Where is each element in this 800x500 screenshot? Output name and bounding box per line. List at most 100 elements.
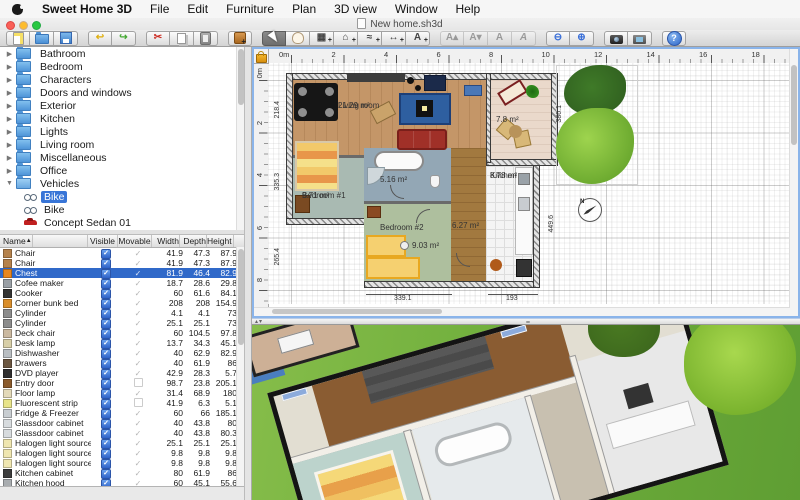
wall[interactable] [286, 73, 293, 225]
wall[interactable] [533, 163, 540, 288]
tree-category-office[interactable]: ▶Office [0, 164, 244, 177]
table-row-cofee-maker[interactable]: Cofee maker✓✓18.728.629.8 [0, 278, 244, 288]
undo-button[interactable]: ↩ [88, 31, 112, 46]
movable-check[interactable]: ✓ [135, 259, 142, 268]
table-row-cylinder[interactable]: Cylinder✓✓4.14.173 [0, 308, 244, 318]
movable-check[interactable]: ✓ [135, 439, 142, 448]
create-video-button[interactable] [628, 31, 652, 46]
movable-check[interactable]: ✓ [135, 349, 142, 358]
movable-check[interactable]: ✓ [135, 419, 142, 428]
movable-check[interactable]: ✓ [135, 319, 142, 328]
tree-category-miscellaneous[interactable]: ▶Miscellaneous [0, 151, 244, 164]
panel-splitter-vertical[interactable] [244, 47, 252, 500]
splitter-collapse-arrows[interactable]: ▴▾ [255, 318, 263, 325]
furniture-table-header[interactable]: Name ▲VisibleMovableWidthDepthHeight [0, 235, 244, 248]
decrease-text-size-button[interactable]: A▾ [464, 31, 488, 46]
plant[interactable] [526, 85, 539, 98]
furniture-catalog-tree[interactable]: ▶Bathroom▶Bedroom▶Characters▶Doors and w… [0, 47, 244, 231]
view-3d[interactable] [252, 325, 800, 500]
column-header-width[interactable]: Width [152, 235, 180, 247]
disclosure-triangle-icon[interactable]: ▶ [5, 76, 14, 84]
movable-check[interactable]: ✓ [135, 459, 142, 468]
movable-check[interactable]: ✓ [135, 339, 142, 348]
movable-checkbox-empty[interactable] [134, 398, 143, 407]
plan-vertical-scrollbar[interactable] [789, 49, 798, 316]
disclosure-triangle-icon[interactable]: ▶ [5, 167, 14, 175]
table-row-halogen-light-source[interactable]: Halogen light source✓✓9.89.89.8 [0, 448, 244, 458]
zoom-out-button[interactable]: ⊖ [546, 31, 570, 46]
menu-item-edit[interactable]: Edit [178, 2, 217, 16]
disclosure-triangle-icon[interactable]: ▶ [5, 115, 14, 123]
table-row-fluorescent-strip[interactable]: Fluorescent strip✓41.96.35.1 [0, 398, 244, 408]
tree-category-kitchen[interactable]: ▶Kitchen [0, 112, 244, 125]
round-table[interactable] [509, 125, 522, 138]
apple-icon[interactable] [12, 4, 23, 15]
movable-checkbox-empty[interactable] [134, 378, 143, 387]
compass[interactable]: N [578, 198, 602, 222]
movable-check[interactable]: ✓ [135, 409, 142, 418]
disclosure-triangle-icon[interactable]: ▶ [5, 141, 14, 149]
disclosure-triangle-icon[interactable]: ▼ [5, 180, 14, 187]
tree-category-lights[interactable]: ▶Lights [0, 125, 244, 138]
menu-item-help[interactable]: Help [447, 2, 490, 16]
cut-button[interactable]: ✂ [146, 31, 170, 46]
tree-category-characters[interactable]: ▶Characters [0, 73, 244, 86]
disclosure-triangle-icon[interactable]: ▶ [5, 128, 14, 136]
table-row-halogen-light-source[interactable]: Halogen light source✓✓9.89.89.8 [0, 458, 244, 468]
wall[interactable] [286, 73, 558, 80]
menu-item-furniture[interactable]: Furniture [217, 2, 283, 16]
plan-view[interactable]: 0m24681012141618 0m2468 [252, 47, 800, 318]
table-row-entry-door[interactable]: Entry door✓98.723.8205.1 [0, 378, 244, 388]
chair[interactable] [298, 87, 307, 96]
add-furniture-button[interactable] [228, 31, 252, 46]
menu-item-file[interactable]: File [141, 2, 178, 16]
desk[interactable] [464, 85, 482, 96]
help-button[interactable]: ? [662, 31, 686, 46]
disclosure-triangle-icon[interactable]: ▶ [5, 154, 14, 162]
column-header-height[interactable]: Height [207, 235, 234, 247]
cooktop[interactable] [518, 197, 530, 211]
chair[interactable] [325, 108, 334, 117]
create-photo-button[interactable] [604, 31, 628, 46]
movable-check[interactable]: ✓ [135, 279, 142, 288]
table-row-cooker[interactable]: Cooker✓✓6061.684.1 [0, 288, 244, 298]
sink[interactable] [518, 173, 530, 185]
table-row-chair[interactable]: Chair✓✓41.947.387.9 [0, 258, 244, 268]
table-row-kitchen-cabinet[interactable]: Kitchen cabinet✓✓8061.986 [0, 468, 244, 478]
pan-button[interactable] [286, 31, 310, 46]
tree-category-bathroom[interactable]: ▶Bathroom [0, 47, 244, 60]
paste-button[interactable] [194, 31, 218, 46]
increase-text-size-button[interactable]: A▴ [440, 31, 464, 46]
tree-category-doors-and-windows[interactable]: ▶Doors and windows [0, 86, 244, 99]
movable-check[interactable]: ✓ [135, 359, 142, 368]
tree-item-concept-sedan-01[interactable]: Concept Sedan 01 [0, 216, 244, 229]
wall[interactable] [364, 201, 451, 204]
menu-item-window[interactable]: Window [386, 2, 447, 16]
chair[interactable] [325, 87, 334, 96]
chair[interactable] [298, 108, 307, 117]
furniture-table[interactable]: Name ▲VisibleMovableWidthDepthHeight Cha… [0, 235, 244, 500]
table-row-drawers[interactable]: Drawers✓✓4061.986 [0, 358, 244, 368]
movable-check[interactable]: ✓ [135, 269, 142, 278]
table-row-deck-chair[interactable]: Deck chair✓✓60104.597.8 [0, 328, 244, 338]
speaker[interactable] [415, 85, 421, 91]
sideboard[interactable] [347, 74, 405, 82]
add-text-button[interactable]: A+ [406, 31, 430, 46]
movable-check[interactable]: ✓ [135, 299, 142, 308]
stool[interactable] [400, 241, 409, 250]
dresser[interactable] [367, 206, 381, 218]
redo-button[interactable]: ↪ [112, 31, 136, 46]
toilet[interactable] [430, 175, 440, 188]
create-walls-button[interactable]: ▦+ [310, 31, 334, 46]
plan-3d-splitter[interactable]: ▴▾ [252, 318, 800, 325]
menu-item-3d-view[interactable]: 3D view [325, 2, 386, 16]
italic-button[interactable]: A [512, 31, 536, 46]
corner-sofa-b[interactable] [366, 257, 420, 279]
kitchen-stool[interactable] [490, 259, 502, 271]
table-row-halogen-light-source[interactable]: Halogen light source✓✓25.125.125.1 [0, 438, 244, 448]
tv-unit[interactable] [424, 75, 446, 91]
bed[interactable] [295, 141, 339, 191]
column-header-name[interactable]: Name ▲ [0, 235, 88, 247]
create-dimensions-button[interactable]: ↔+ [382, 31, 406, 46]
tree-category-exterior[interactable]: ▶Exterior [0, 99, 244, 112]
